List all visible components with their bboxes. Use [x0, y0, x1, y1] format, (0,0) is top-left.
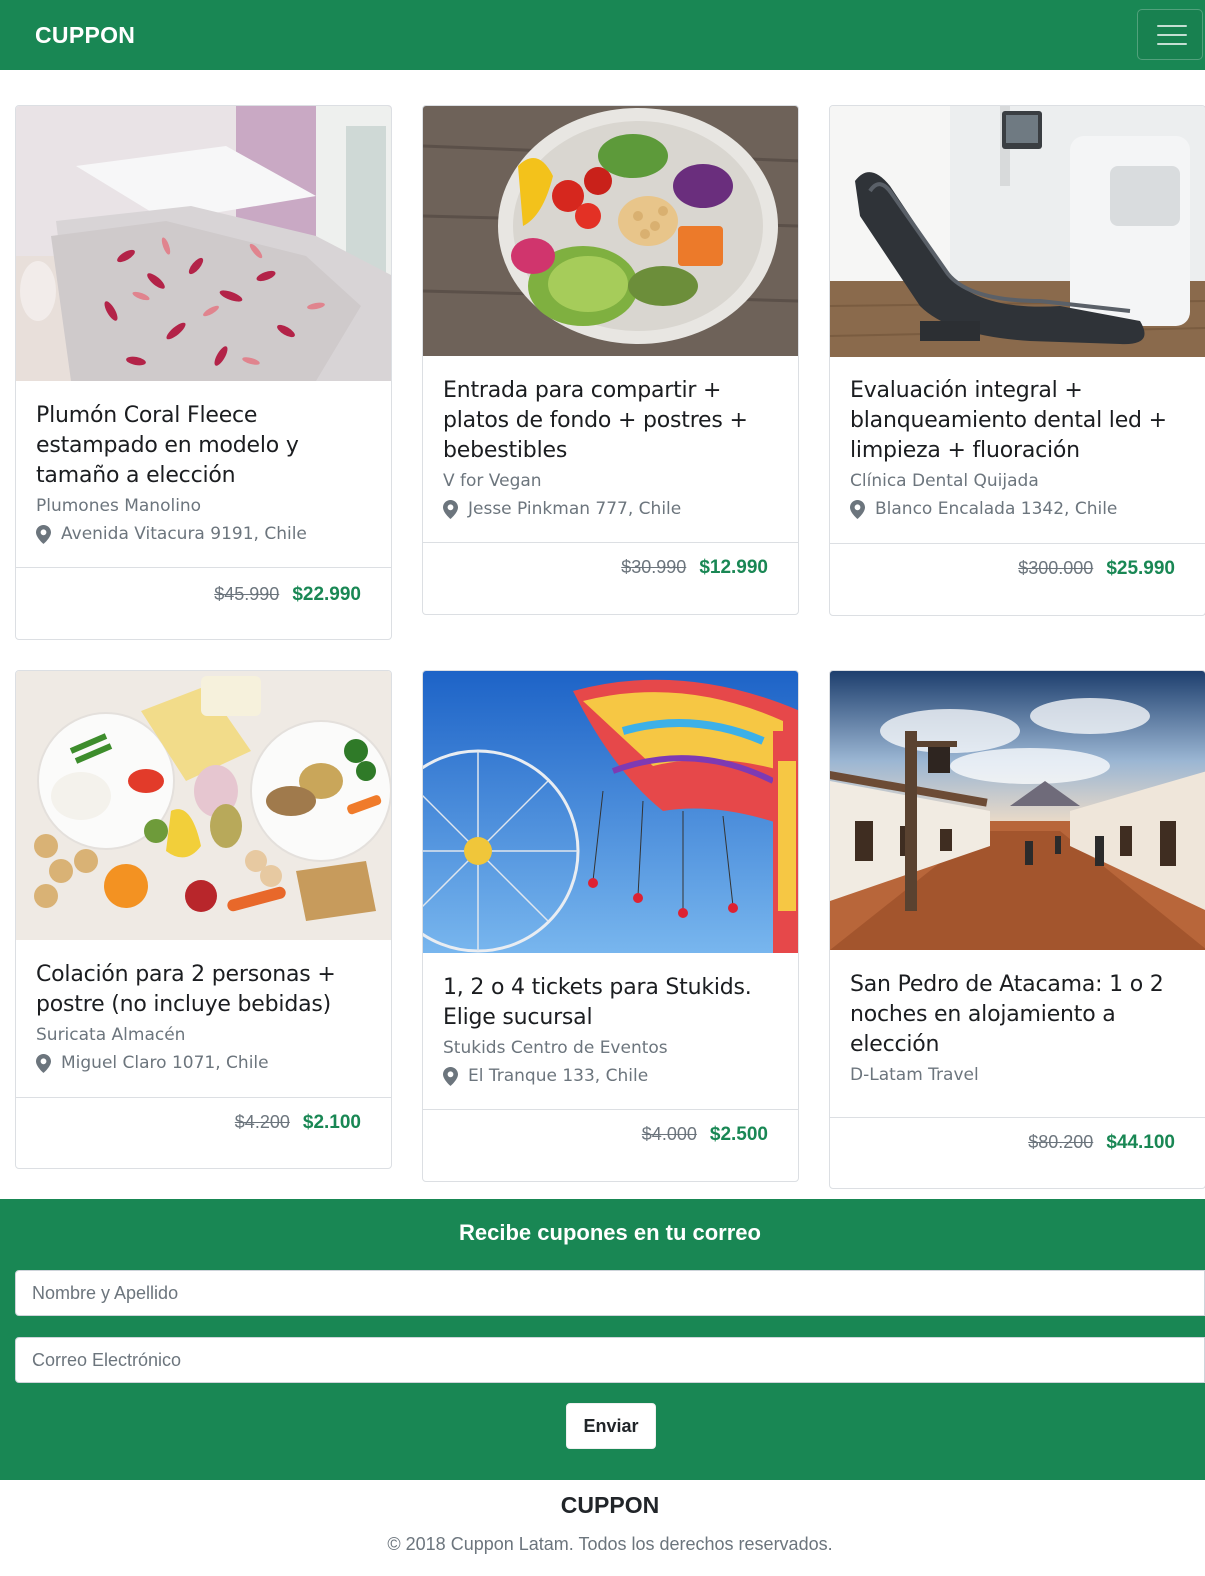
card-title[interactable]: San Pedro de Atacama: 1 o 2 noches en al… — [850, 970, 1191, 1060]
subscribe-section: Recibe cupones en tu correo Enviar — [0, 1199, 1205, 1480]
card-title[interactable]: Entrada para compartir + platos de fondo… — [443, 376, 784, 466]
card-merchant: Suricata Almacén — [36, 1025, 186, 1045]
card-address-text: Jesse Pinkman 777, Chile — [468, 499, 682, 519]
card-prices: $45.990 $22.990 — [214, 582, 361, 607]
email-field[interactable] — [15, 1337, 1205, 1383]
san-pedro-street-photo[interactable] — [830, 671, 1205, 950]
dental-chair-photo[interactable] — [830, 106, 1205, 357]
card-footer: $4.200 $2.100 — [16, 1097, 391, 1168]
new-price: $2.100 — [302, 1112, 361, 1133]
card-prices: $300.000 $25.990 — [1018, 556, 1175, 581]
card-footer: $80.200 $44.100 — [830, 1117, 1205, 1188]
card-merchant: Plumones Manolino — [36, 496, 202, 516]
card-body: San Pedro de Atacama: 1 o 2 noches en al… — [850, 970, 1191, 1087]
card-footer: $4.000 $2.500 — [423, 1109, 798, 1181]
bedroom-comforter-photo[interactable] — [16, 106, 391, 381]
deal-card[interactable]: Colación para 2 personas + postre (no in… — [15, 670, 392, 1169]
send-button[interactable]: Enviar — [566, 1403, 656, 1449]
name-field[interactable] — [15, 1270, 1205, 1316]
footer-copyright: © 2018 Cuppon Latam. Todos los derechos … — [387, 1534, 833, 1554]
new-price: $22.990 — [292, 584, 361, 605]
new-price: $44.100 — [1106, 1132, 1175, 1153]
old-price: $4.200 — [234, 1112, 290, 1132]
new-price: $12.990 — [699, 557, 768, 578]
card-prices: $4.200 $2.100 — [235, 1110, 361, 1135]
location-pin-icon — [443, 499, 458, 519]
subscribe-title: Recibe cupones en tu correo — [459, 1220, 761, 1245]
deal-card[interactable]: 1, 2 o 4 tickets para Stukids. Elige suc… — [422, 670, 799, 1182]
snack-platter-photo[interactable] — [16, 671, 391, 940]
card-title[interactable]: Colación para 2 personas + postre (no in… — [36, 960, 377, 1020]
card-footer: $30.990 $12.990 — [423, 542, 798, 614]
card-body: Colación para 2 personas + postre (no in… — [36, 960, 377, 1075]
card-address: Miguel Claro 1071, Chile — [36, 1051, 377, 1075]
card-merchant: V for Vegan — [443, 471, 542, 491]
card-address-text: Miguel Claro 1071, Chile — [61, 1053, 269, 1073]
deal-card[interactable]: Evaluación integral + blanqueamiento den… — [829, 105, 1205, 616]
navbar-brand[interactable]: CUPPON — [35, 20, 135, 50]
deal-card[interactable]: Plumón Coral Fleece estampado en modelo … — [15, 105, 392, 640]
card-body: Plumón Coral Fleece estampado en modelo … — [36, 401, 377, 546]
card-address-text: Avenida Vitacura 9191, Chile — [61, 524, 307, 544]
vegan-salad-bowl-photo[interactable] — [423, 106, 798, 356]
old-price: $80.200 — [1028, 1132, 1094, 1152]
card-prices: $4.000 $2.500 — [642, 1122, 768, 1147]
card-address: Jesse Pinkman 777, Chile — [443, 497, 784, 521]
old-price: $300.000 — [1018, 558, 1094, 578]
location-pin-icon — [443, 1066, 458, 1086]
card-footer: $300.000 $25.990 — [830, 543, 1205, 615]
card-merchant: Stukids Centro de Eventos — [443, 1038, 668, 1058]
amusement-park-rides-photo[interactable] — [423, 671, 798, 953]
old-price: $4.000 — [641, 1124, 697, 1144]
card-footer: $45.990 $22.990 — [16, 567, 391, 639]
old-price: $45.990 — [214, 584, 280, 604]
navbar: CUPPON — [0, 0, 1205, 70]
card-address-text: El Tranque 133, Chile — [468, 1066, 649, 1086]
footer-brand: CUPPON — [560, 1492, 660, 1518]
location-pin-icon — [36, 1053, 51, 1073]
card-prices: $30.990 $12.990 — [621, 555, 768, 580]
hamburger-menu-icon[interactable] — [1137, 9, 1203, 60]
new-price: $2.500 — [709, 1124, 768, 1145]
location-pin-icon — [36, 524, 51, 544]
deal-card[interactable]: Entrada para compartir + platos de fondo… — [422, 105, 799, 615]
location-pin-icon — [850, 499, 865, 519]
card-merchant: Clínica Dental Quijada — [850, 471, 1039, 491]
card-body: Evaluación integral + blanqueamiento den… — [850, 376, 1191, 521]
card-title[interactable]: 1, 2 o 4 tickets para Stukids. Elige suc… — [443, 973, 784, 1033]
card-title[interactable]: Plumón Coral Fleece estampado en modelo … — [36, 401, 377, 491]
new-price: $25.990 — [1106, 558, 1175, 579]
card-body: Entrada para compartir + platos de fondo… — [443, 376, 784, 521]
old-price: $30.990 — [621, 557, 687, 577]
card-title[interactable]: Evaluación integral + blanqueamiento den… — [850, 376, 1191, 466]
deal-card[interactable]: San Pedro de Atacama: 1 o 2 noches en al… — [829, 670, 1205, 1189]
card-address-text: Blanco Encalada 1342, Chile — [875, 499, 1118, 519]
card-address: El Tranque 133, Chile — [443, 1064, 784, 1088]
card-merchant: D-Latam Travel — [850, 1065, 979, 1085]
card-address: Avenida Vitacura 9191, Chile — [36, 522, 377, 546]
card-address: Blanco Encalada 1342, Chile — [850, 497, 1191, 521]
card-prices: $80.200 $44.100 — [1028, 1130, 1175, 1155]
card-body: 1, 2 o 4 tickets para Stukids. Elige suc… — [443, 973, 784, 1088]
